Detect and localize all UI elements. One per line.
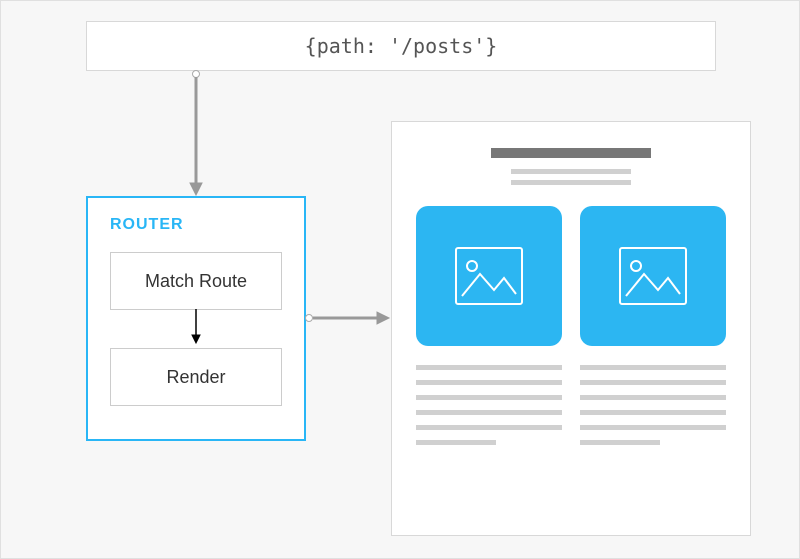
text-placeholder	[580, 410, 726, 415]
text-placeholder	[416, 425, 562, 430]
image-placeholder	[580, 206, 726, 346]
post-card	[416, 206, 562, 450]
arrow-router-to-page	[313, 308, 393, 328]
text-placeholder	[416, 410, 562, 415]
page-subtitle-placeholder	[511, 180, 631, 185]
text-placeholder	[580, 425, 726, 430]
router-step-match: Match Route	[110, 252, 282, 310]
router-step-render: Render	[110, 348, 282, 406]
text-placeholder	[416, 380, 562, 385]
text-placeholder	[580, 395, 726, 400]
text-placeholder	[416, 440, 496, 445]
card-row	[416, 206, 726, 450]
page-subtitle-placeholder	[511, 169, 631, 174]
post-card	[580, 206, 726, 450]
arrow-path-to-router	[186, 77, 206, 197]
page-title-placeholder	[491, 148, 651, 158]
page-header	[416, 148, 726, 188]
text-placeholder	[580, 365, 726, 370]
image-icon	[454, 246, 524, 306]
text-placeholder	[580, 380, 726, 385]
arrow-match-to-render	[190, 309, 202, 345]
path-object-text: {path: '/posts'}	[305, 34, 498, 58]
image-icon	[618, 246, 688, 306]
router-title: ROUTER	[110, 216, 282, 234]
image-placeholder	[416, 206, 562, 346]
text-placeholder	[416, 365, 562, 370]
text-placeholder	[580, 440, 660, 445]
connector-dot	[305, 314, 313, 322]
path-object-box: {path: '/posts'}	[86, 21, 716, 71]
rendered-page-wireframe	[391, 121, 751, 536]
text-placeholder	[416, 395, 562, 400]
router-step-label: Render	[166, 367, 225, 388]
router-step-label: Match Route	[145, 271, 247, 292]
